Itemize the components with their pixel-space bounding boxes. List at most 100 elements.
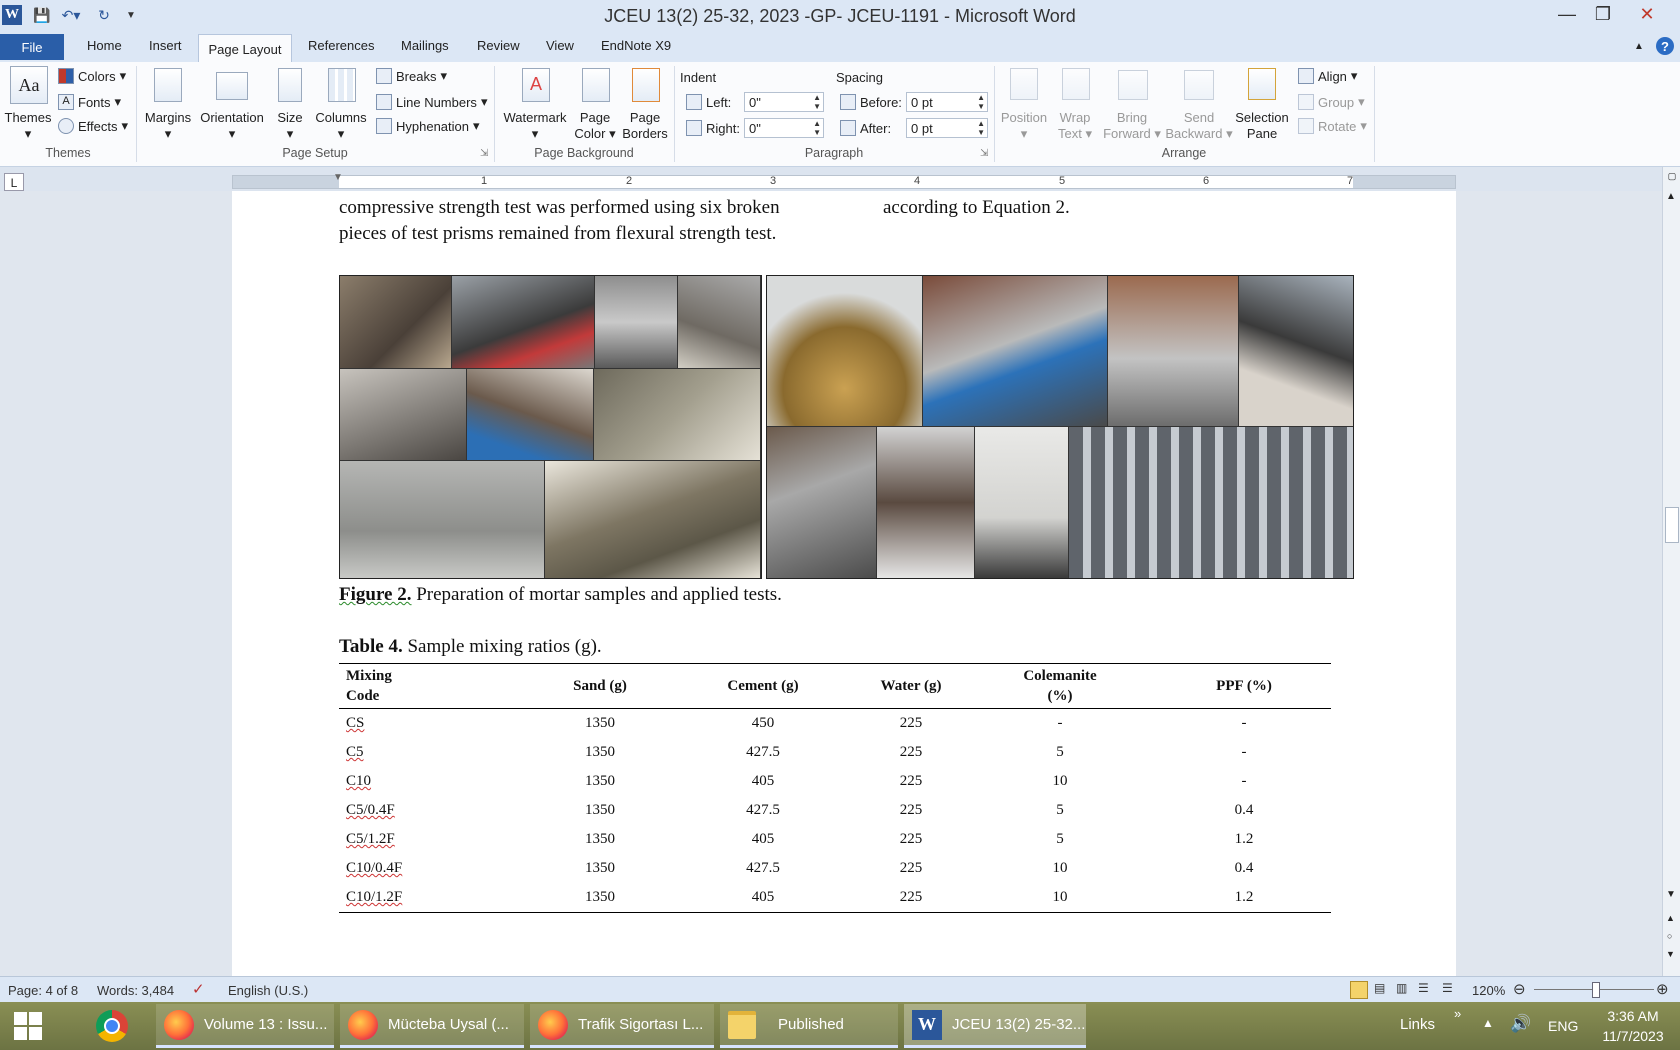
table-cell[interactable]: 225 — [859, 738, 963, 767]
table-cell[interactable]: CS — [339, 709, 533, 739]
page-setup-dialog-launcher[interactable]: ⇲ — [480, 146, 488, 162]
selection-pane-button[interactable]: Selection Pane — [1232, 110, 1292, 142]
tab-file[interactable]: File — [0, 34, 64, 60]
table-cell[interactable]: 10 — [963, 854, 1157, 883]
watermark-button[interactable]: Watermark ▾ — [500, 110, 570, 142]
proofing-icon[interactable]: ✓ — [192, 980, 205, 998]
group-button[interactable]: Group ▾ — [1298, 94, 1365, 110]
indent-right-input[interactable]: 0" ▲ ▼ — [744, 118, 824, 138]
themes-button[interactable]: Themes ▾ — [4, 110, 52, 142]
volume-icon[interactable]: 🔊 — [1510, 1014, 1531, 1034]
align-button[interactable]: Align ▾ — [1298, 68, 1357, 84]
taskbar-item-word[interactable]: W JCEU 13(2) 25-32... — [904, 1004, 1086, 1048]
view-ruler-icon[interactable]: ▢ — [1665, 171, 1679, 185]
table-cell[interactable]: C10/0.4F — [339, 854, 533, 883]
tab-page-layout[interactable]: Page Layout — [198, 34, 292, 63]
table-cell[interactable]: 1350 — [533, 796, 667, 825]
table-cell[interactable]: 225 — [859, 854, 963, 883]
size-button[interactable]: Size ▾ — [270, 110, 310, 142]
spinner-arrows-icon[interactable]: ▲ ▼ — [977, 119, 985, 137]
table-cell[interactable]: - — [963, 709, 1157, 739]
table-cell[interactable]: 225 — [859, 825, 963, 854]
table-cell[interactable]: C5/0.4F — [339, 796, 533, 825]
tab-selector-icon[interactable]: L — [4, 173, 24, 191]
body-text-line[interactable]: compressive strength test was performed … — [339, 197, 780, 219]
table-cell[interactable]: 427.5 — [667, 796, 859, 825]
previous-page-icon[interactable]: ▲ — [1666, 913, 1675, 923]
clock[interactable]: 3:36 AM 11/7/2023 — [1590, 1006, 1676, 1046]
links-expand-icon[interactable]: » — [1454, 1006, 1461, 1021]
indent-left-input[interactable]: 0" ▲ ▼ — [744, 92, 824, 112]
table-cell[interactable]: 10 — [963, 883, 1157, 913]
full-screen-view-icon[interactable]: ▤ — [1374, 981, 1385, 995]
figure-photo-collage-right[interactable] — [766, 275, 1354, 579]
figure-photo-collage-left[interactable] — [339, 275, 762, 579]
zoom-level[interactable]: 120% — [1472, 983, 1505, 998]
body-text-line[interactable]: according to Equation 2. — [883, 197, 1070, 219]
table-cell[interactable]: 225 — [859, 767, 963, 796]
columns-button[interactable]: Columns ▾ — [314, 110, 368, 142]
tab-home[interactable]: Home — [87, 38, 122, 53]
position-button[interactable]: Position ▾ — [996, 110, 1052, 142]
table-cell[interactable]: 225 — [859, 796, 963, 825]
table-cell[interactable]: 225 — [859, 883, 963, 913]
tab-endnote[interactable]: EndNote X9 — [601, 38, 671, 53]
print-layout-view-icon[interactable] — [1350, 981, 1368, 999]
table-cell[interactable]: 0.4 — [1157, 796, 1331, 825]
close-icon[interactable]: ✕ — [1624, 0, 1670, 28]
spinner-arrows-icon[interactable]: ▲ ▼ — [813, 93, 821, 111]
draft-view-icon[interactable]: ☰ — [1442, 981, 1453, 995]
table-cell[interactable]: 5 — [963, 796, 1157, 825]
spacing-before-input[interactable]: 0 pt ▲ ▼ — [906, 92, 988, 112]
fonts-button[interactable]: A Fonts ▾ — [58, 94, 121, 110]
paragraph-dialog-launcher[interactable]: ⇲ — [980, 146, 988, 162]
colors-button[interactable]: Colors ▾ — [58, 68, 126, 84]
taskbar-item-explorer[interactable]: Published — [720, 1004, 898, 1048]
table-cell[interactable]: 1350 — [533, 709, 667, 739]
table-cell[interactable]: C5 — [339, 738, 533, 767]
table-cell[interactable]: 427.5 — [667, 854, 859, 883]
chrome-taskbar-button[interactable] — [88, 1004, 146, 1048]
tab-review[interactable]: Review — [477, 38, 520, 53]
margins-button[interactable]: Margins ▾ — [140, 110, 196, 142]
language-indicator[interactable]: English (U.S.) — [228, 983, 308, 998]
tab-mailings[interactable]: Mailings — [401, 38, 449, 53]
table-cell[interactable]: 0.4 — [1157, 854, 1331, 883]
tab-view[interactable]: View — [546, 38, 574, 53]
scroll-up-icon[interactable]: ▲ — [1666, 191, 1676, 202]
table-cell[interactable]: 225 — [859, 709, 963, 739]
taskbar-item-firefox-2[interactable]: Mücteba Uysal (... — [340, 1004, 524, 1048]
orientation-button[interactable]: Orientation ▾ — [196, 110, 268, 142]
table-cell[interactable]: 405 — [667, 825, 859, 854]
tab-references[interactable]: References — [308, 38, 374, 53]
tab-insert[interactable]: Insert — [149, 38, 182, 53]
page-color-button[interactable]: Page Color ▾ — [572, 110, 618, 142]
spinner-arrows-icon[interactable]: ▲ ▼ — [813, 119, 821, 137]
figure-caption[interactable]: Figure 2. Preparation of mortar samples … — [339, 584, 782, 606]
help-icon[interactable]: ? — [1656, 37, 1674, 55]
table-cell[interactable]: 405 — [667, 883, 859, 913]
line-numbers-button[interactable]: Line Numbers ▾ — [376, 94, 487, 110]
table-cell[interactable]: C10/1.2F — [339, 883, 533, 913]
next-page-icon[interactable]: ▼ — [1666, 949, 1675, 959]
table-cell[interactable]: 1.2 — [1157, 825, 1331, 854]
table-cell[interactable]: C10 — [339, 767, 533, 796]
page-count[interactable]: Page: 4 of 8 — [8, 983, 78, 998]
minimize-ribbon-icon[interactable]: ▲ — [1634, 41, 1644, 52]
effects-button[interactable]: Effects ▾ — [58, 118, 128, 134]
table-cell[interactable]: 1350 — [533, 767, 667, 796]
web-layout-view-icon[interactable]: ▥ — [1396, 981, 1407, 995]
scroll-down-icon[interactable]: ▼ — [1666, 889, 1676, 900]
zoom-out-icon[interactable]: ⊖ — [1513, 980, 1526, 998]
table-cell[interactable]: - — [1157, 738, 1331, 767]
start-button[interactable] — [6, 1004, 54, 1048]
table-cell[interactable]: 10 — [963, 767, 1157, 796]
table-cell[interactable]: 1350 — [533, 883, 667, 913]
table-cell[interactable]: 450 — [667, 709, 859, 739]
outline-view-icon[interactable]: ☰ — [1418, 981, 1429, 995]
table-cell[interactable]: 1350 — [533, 825, 667, 854]
rotate-button[interactable]: Rotate ▾ — [1298, 118, 1367, 134]
table-cell[interactable]: C5/1.2F — [339, 825, 533, 854]
body-text-line[interactable]: pieces of test prisms remained from flex… — [339, 223, 776, 245]
zoom-slider-thumb[interactable] — [1592, 982, 1600, 998]
